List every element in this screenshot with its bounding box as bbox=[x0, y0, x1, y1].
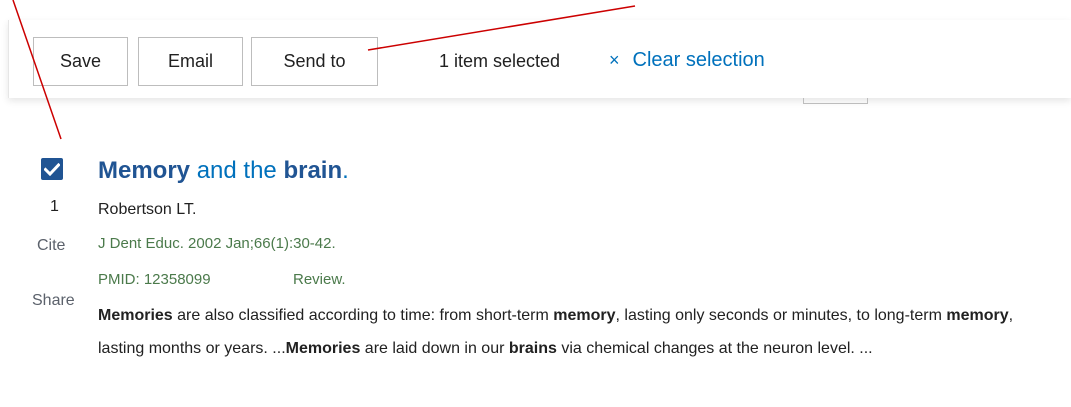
selection-count: 1 item selected bbox=[439, 51, 561, 71]
partially-hidden-control bbox=[803, 98, 868, 104]
authors: Robertson LT. bbox=[98, 201, 197, 218]
title-highlight: brain bbox=[283, 157, 343, 184]
snippet-highlight: memory bbox=[553, 307, 616, 324]
pmid: PMID: 12358099 bbox=[98, 271, 211, 288]
snippet-highlight: Memories bbox=[98, 307, 173, 324]
title-highlight: Memory bbox=[98, 157, 191, 184]
journal-citation: J Dent Educ. 2002 Jan;66(1):30-42. bbox=[98, 235, 336, 252]
result-checkbox[interactable] bbox=[41, 158, 63, 180]
clear-selection-label: Clear selection bbox=[632, 49, 765, 71]
checkmark-icon bbox=[44, 162, 60, 176]
title-text: and the bbox=[190, 157, 284, 184]
cite-button[interactable]: Cite bbox=[37, 237, 65, 255]
snippet-text: , lasting only seconds or minutes, to lo… bbox=[615, 307, 947, 324]
abstract-snippet: Memories are also classified according t… bbox=[98, 299, 1058, 365]
snippet-highlight: Memories bbox=[285, 340, 361, 357]
clear-selection-link[interactable]: × Clear selection bbox=[609, 49, 765, 72]
snippet-highlight: memory bbox=[946, 307, 1009, 324]
publication-type: Review. bbox=[293, 271, 346, 288]
article-title-link[interactable]: Memory and the brain. bbox=[98, 157, 349, 185]
snippet-highlight: brains bbox=[508, 340, 557, 357]
share-button[interactable]: Share bbox=[32, 292, 75, 310]
email-button[interactable]: Email bbox=[138, 37, 243, 86]
snippet-text: are also classified according to time: f… bbox=[172, 307, 554, 324]
title-text: . bbox=[342, 157, 349, 184]
snippet-text: are laid down in our bbox=[360, 340, 509, 357]
send-to-button[interactable]: Send to bbox=[251, 37, 378, 86]
result-number: 1 bbox=[50, 198, 59, 215]
save-button[interactable]: Save bbox=[33, 37, 128, 86]
close-icon: × bbox=[609, 50, 620, 70]
action-toolbar: Save Email Send to 1 item selected × Cle… bbox=[8, 20, 1071, 98]
snippet-text: via chemical changes at the neuron level… bbox=[556, 340, 873, 357]
